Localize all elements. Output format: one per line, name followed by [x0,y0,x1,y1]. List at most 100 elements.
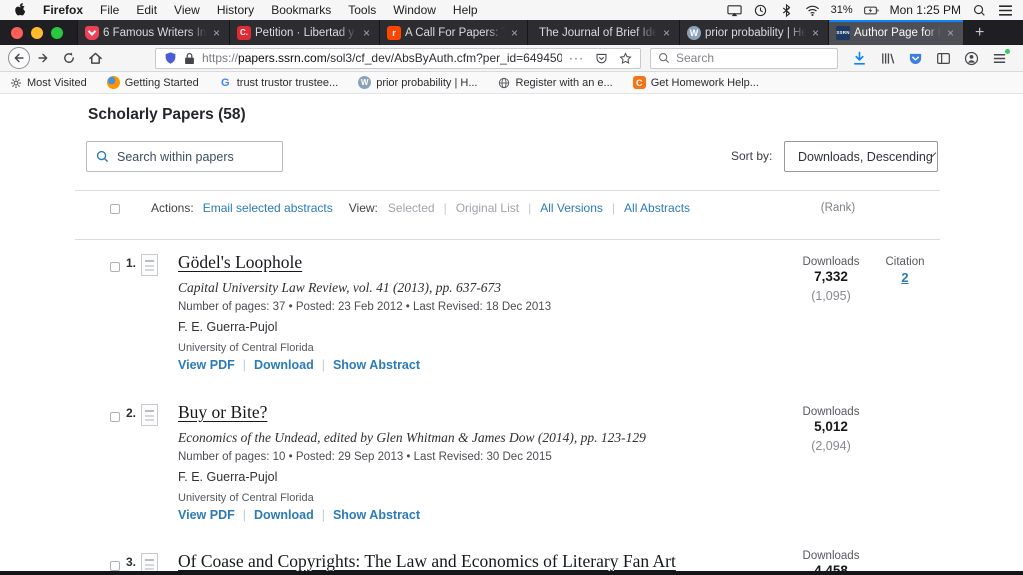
tracking-protection-shield-icon[interactable] [164,51,177,65]
menu-file[interactable]: File [100,3,119,17]
view-selected-link[interactable]: Selected [388,201,435,215]
tab-journal-brief-ideas[interactable]: The Journal of Brief Ideas × [527,20,679,45]
update-badge [1004,48,1011,55]
account-icon[interactable] [964,51,979,66]
view-all-abstracts-link[interactable]: All Abstracts [624,201,690,215]
separator: | [243,358,246,372]
save-to-pocket-icon[interactable] [595,52,608,65]
tab-label: A Call For Papers: The Re [405,27,505,39]
tab-call-for-papers[interactable]: r A Call For Papers: The Re × [379,20,527,45]
menu-help[interactable]: Help [453,3,478,17]
airplay-icon[interactable] [727,4,742,17]
bookmark-homework-help[interactable]: C Get Homework Help... [633,76,759,89]
sidebar-icon[interactable] [936,51,951,66]
view-original-list-link[interactable]: Original List [456,201,519,215]
ssrn-favicon: SSRN [836,26,850,40]
menu-history[interactable]: History [217,3,254,17]
menu-tools[interactable]: Tools [348,3,376,17]
apple-menu-icon[interactable] [14,3,27,17]
time-machine-icon[interactable] [753,4,768,17]
paper-checkbox[interactable] [110,561,120,571]
tab-author-page-active[interactable]: SSRN Author Page for F. E. Guer × [828,20,963,45]
bookmark-getting-started[interactable]: Getting Started [107,76,199,89]
tab-label: Author Page for F. E. Guer [854,27,941,39]
download-link[interactable]: Download [254,358,314,372]
paper-checkbox[interactable] [110,412,120,422]
reload-button[interactable] [62,51,76,65]
menu-firefox[interactable]: Firefox [43,3,83,17]
tab-close-icon[interactable]: × [509,26,520,40]
paper-journal: Economics of the Undead, edited by Glen … [178,430,646,446]
downloads-icon[interactable] [852,51,867,66]
tab-prior-probability[interactable]: W prior probability | Hey, wh × [679,20,828,45]
tab-label: Petition · Libertad y demo [255,27,357,39]
tab-close-icon[interactable]: × [361,26,372,40]
paper-author-link[interactable]: F. E. Guerra-Pujol [178,320,277,334]
url-text[interactable]: https://papers.ssrn.com/sol3/cf_dev/AbsB… [202,51,562,65]
tab-close-icon[interactable]: × [661,26,672,40]
tab-petition[interactable]: C. Petition · Libertad y demo × [229,20,379,45]
show-abstract-link[interactable]: Show Abstract [333,358,420,372]
pocket-favicon [85,26,99,40]
firefox-icon [107,76,120,89]
spotlight-icon[interactable] [972,4,987,17]
bookmark-label: Get Homework Help... [651,77,759,89]
pocket-icon[interactable] [908,51,923,66]
bookmark-trust-trustor[interactable]: G trust trustor trustee... [219,76,338,89]
zoom-window-button[interactable] [51,27,63,39]
tab-famous-writers[interactable]: 6 Famous Writers Injured W × [77,20,229,45]
forward-button[interactable] [36,51,50,65]
bookmark-label: trust trustor trustee... [237,77,338,89]
downloads-label: Downloads [791,546,871,562]
close-window-button[interactable] [11,27,23,39]
paper-title-link[interactable]: Of Coase and Copyrights: The Law and Eco… [178,551,676,572]
url-bar[interactable]: https://papers.ssrn.com/sol3/cf_dev/AbsB… [155,48,641,69]
download-link[interactable]: Download [254,508,314,522]
tab-close-icon[interactable]: × [945,26,956,40]
search-within-papers-input[interactable] [117,150,273,164]
menu-view[interactable]: View [174,3,200,17]
paper-checkbox[interactable] [110,262,120,272]
paper-title-link[interactable]: Gödel's Loophole [178,252,302,273]
divider [75,190,940,191]
browser-search-box[interactable] [650,48,838,69]
show-abstract-link[interactable]: Show Abstract [333,508,420,522]
paper-title-link[interactable]: Buy or Bite? [178,402,267,423]
battery-charging-icon[interactable] [864,4,879,17]
page-actions-icon[interactable]: ··· [569,52,584,64]
bookmark-prior-probability[interactable]: W prior probability | H... [358,76,477,89]
search-icon [96,150,109,163]
back-button[interactable] [8,47,30,69]
wifi-icon[interactable] [805,4,820,17]
sort-dropdown[interactable]: Downloads, Descending [784,141,938,172]
search-within-papers-box[interactable] [86,141,283,172]
search-input[interactable] [676,51,830,65]
tab-close-icon[interactable]: × [211,26,222,40]
menu-edit[interactable]: Edit [136,3,157,17]
menu-bookmarks[interactable]: Bookmarks [271,3,331,17]
menu-bar-status-area: 31% Mon 1:25 PM [727,3,1013,17]
email-abstracts-link[interactable]: Email selected abstracts [203,201,333,215]
minimize-window-button[interactable] [31,27,43,39]
paper-author-link[interactable]: F. E. Guerra-Pujol [178,470,277,484]
view-pdf-link[interactable]: View PDF [178,508,235,522]
view-pdf-link[interactable]: View PDF [178,358,235,372]
library-icon[interactable] [880,51,895,66]
menu-window[interactable]: Window [393,3,436,17]
bookmark-star-icon[interactable] [619,52,632,65]
notification-center-icon[interactable] [998,4,1013,17]
menu-hamburger-icon[interactable] [992,51,1007,66]
downloads-count: 5,012 [791,419,871,434]
menu-bar-clock[interactable]: Mon 1:25 PM [890,3,961,17]
select-all-checkbox[interactable] [110,204,120,214]
view-all-versions-link[interactable]: All Versions [540,201,603,215]
bookmarks-bar: Most Visited Getting Started G trust tru… [0,72,1023,94]
tab-close-icon[interactable]: × [810,26,821,40]
bookmark-most-visited[interactable]: Most Visited [9,76,87,89]
bluetooth-icon[interactable] [779,4,794,17]
tab-label: The Journal of Brief Ideas [539,27,657,39]
new-tab-button[interactable]: + [963,20,996,45]
citation-count-link[interactable]: 2 [875,270,935,285]
bookmark-register[interactable]: Register with an e... [498,76,613,89]
home-button[interactable] [88,51,103,65]
